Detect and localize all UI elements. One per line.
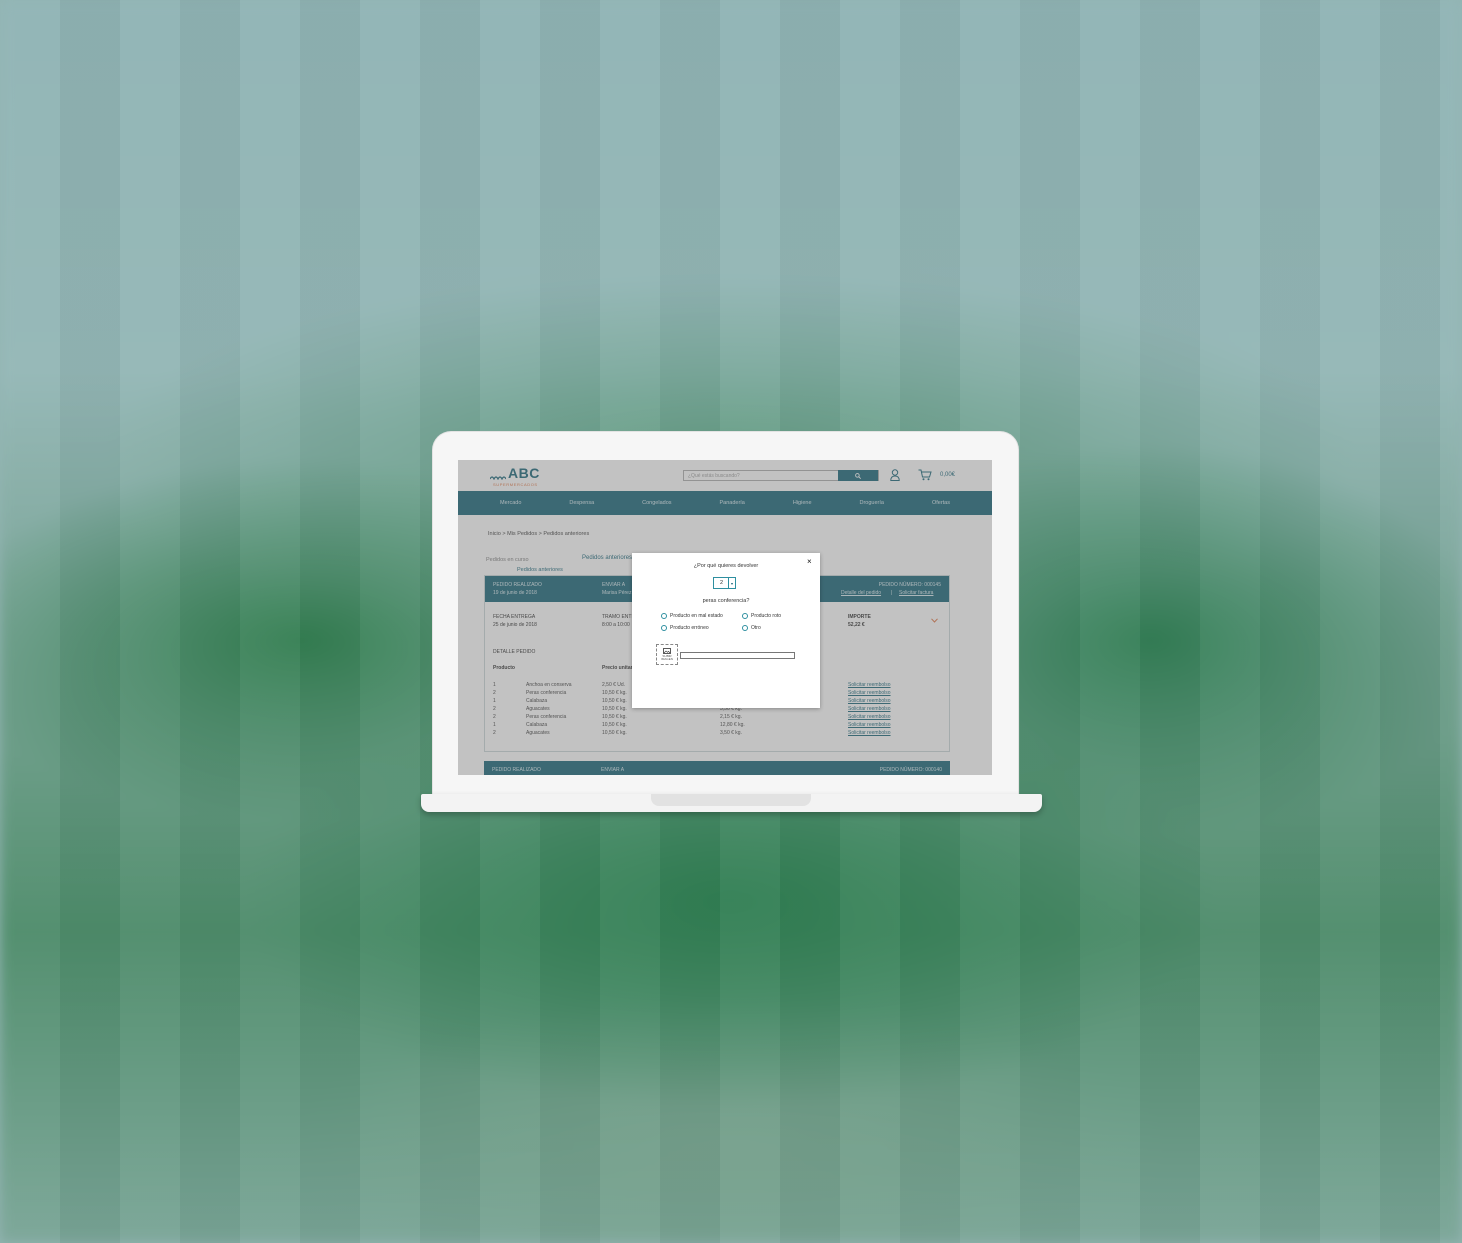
radio-circle[interactable] bbox=[661, 625, 667, 631]
modal-title: ¿Por qué quieres devolver bbox=[693, 563, 759, 569]
laptop-notch bbox=[651, 794, 811, 806]
radio-label: Producto erróneo bbox=[670, 625, 709, 631]
radio-label: Otro bbox=[751, 625, 761, 631]
close-icon[interactable]: × bbox=[807, 558, 812, 566]
comment-field[interactable] bbox=[680, 652, 795, 659]
quantity-value: 2 bbox=[719, 580, 724, 586]
image-icon bbox=[663, 647, 671, 654]
photo-upload-label: SUBIR IMAGEN bbox=[661, 653, 673, 661]
radio-wrong-product[interactable]: Producto erróneo bbox=[661, 625, 709, 631]
radio-label: Producto en mal estado bbox=[670, 613, 723, 619]
chevron-down-icon[interactable]: ▾ bbox=[728, 578, 735, 588]
quantity-select[interactable]: 2 ▾ bbox=[713, 577, 736, 589]
modal-product-name: peras conferencia? bbox=[702, 598, 750, 604]
radio-circle[interactable] bbox=[742, 613, 748, 619]
photo-upload[interactable]: SUBIR IMAGEN bbox=[656, 644, 678, 665]
radio-circle[interactable] bbox=[742, 625, 748, 631]
radio-bad-condition[interactable]: Producto en mal estado bbox=[661, 613, 723, 619]
radio-broken[interactable]: Producto roto bbox=[742, 613, 781, 619]
laptop-screen: ABC SUPERMERCADOS 0,00€ Mercado Despensa bbox=[458, 460, 992, 775]
radio-other[interactable]: Otro bbox=[742, 625, 761, 631]
radio-circle[interactable] bbox=[661, 613, 667, 619]
return-modal: ¿Por qué quieres devolver × 2 ▾ peras co… bbox=[632, 553, 820, 708]
radio-label: Producto roto bbox=[751, 613, 782, 619]
